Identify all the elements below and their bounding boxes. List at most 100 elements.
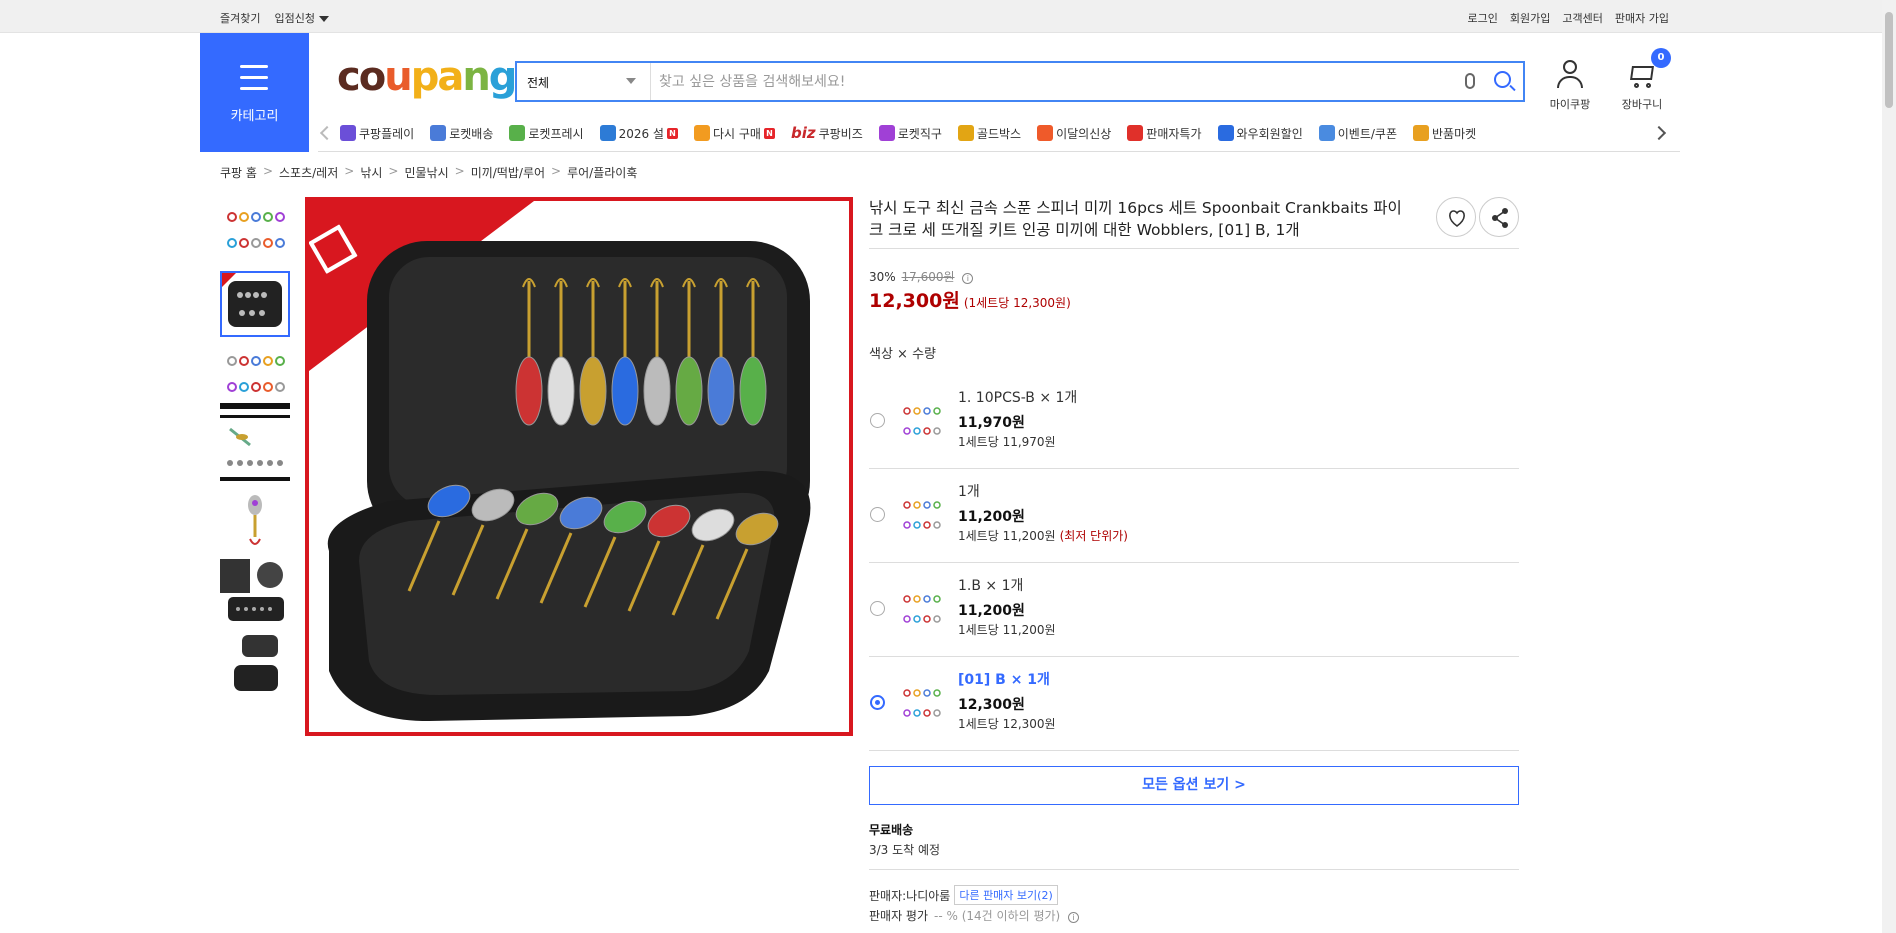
catnav-label: 이달의신상 <box>1056 126 1112 141</box>
category-label: 카테고리 <box>230 109 279 124</box>
breadcrumb-item[interactable]: 낚시 <box>360 164 382 181</box>
new-badge: N <box>763 127 775 139</box>
option-unit-price: 1세트당 11,200원 (최저 단위가) <box>958 529 1128 543</box>
seller-join-link[interactable]: 판매자 가입 <box>1615 10 1669 26</box>
mycoupang-button[interactable]: 마이쿠팡 <box>1540 56 1600 112</box>
catnav-item[interactable]: 로켓직구 <box>878 124 942 142</box>
option-radio[interactable] <box>870 507 885 522</box>
other-sellers-button[interactable]: 다른 판매자 보기(2) <box>954 885 1058 905</box>
cart-count-badge: 0 <box>1651 48 1671 68</box>
mycoupang-label: 마이쿠팡 <box>1549 98 1591 111</box>
option-price: 12,300원 <box>958 697 1025 713</box>
divider <box>869 248 1519 249</box>
partner-menu[interactable]: 입점신청 <box>274 10 329 26</box>
catnav-item[interactable]: 이벤트/쿠폰 <box>1318 124 1397 142</box>
wishlist-button[interactable] <box>1436 197 1476 237</box>
category-nav: 쿠팡플레이 로켓배송 로켓프레시 2026 설 N 다시 구매 Nbiz 쿠팡비즈 로켓직구 골드… <box>318 122 1680 152</box>
breadcrumb-item[interactable]: 민물낚시 <box>404 164 448 181</box>
catnav-item[interactable]: 판매자특가 <box>1127 124 1202 142</box>
top-utility-bar: 즐겨찾기 입점신청 로그인 회원가입 고객센터 판매자 가입 <box>0 0 1896 33</box>
all-options-button[interactable]: 모든 옵션 보기 > <box>869 766 1519 805</box>
thumbnail[interactable] <box>220 343 290 409</box>
unit-price: (1세트당 12,300원) <box>963 296 1071 310</box>
catnav-item[interactable]: 로켓배송 <box>430 124 493 142</box>
option-row[interactable]: 1.B × 1개 11,200원 1세트당 11,200원 <box>869 563 1519 657</box>
discount-row: 30% 17,600원 i <box>869 268 974 285</box>
catnav-label: 판매자특가 <box>1146 126 1202 141</box>
breadcrumb-item[interactable]: 쿠팡 홈 <box>220 164 257 181</box>
info-icon[interactable]: i <box>962 273 974 284</box>
sale-price-value: 12,300원 <box>869 290 960 312</box>
catnav-item[interactable]: 2026 설N <box>599 124 678 142</box>
catnav-item[interactable]: 와우회원할인 <box>1217 124 1303 142</box>
heart-icon <box>1449 210 1465 227</box>
share-button[interactable] <box>1479 197 1519 237</box>
support-link[interactable]: 고객센터 <box>1562 10 1602 26</box>
original-price: 17,600원 <box>901 270 955 284</box>
thumbnail[interactable] <box>220 415 290 481</box>
catnav-label: 골드박스 <box>976 126 1022 141</box>
login-link[interactable]: 로그인 <box>1468 10 1498 26</box>
option-row[interactable]: [01] B × 1개 12,300원 1세트당 12,300원 <box>869 657 1519 751</box>
seller-rating-value: -- % (14건 이하의 평가) <box>934 909 1061 923</box>
microphone-icon[interactable] <box>1465 73 1475 89</box>
option-thumbnail <box>903 689 941 717</box>
catnav-icon <box>340 125 356 141</box>
search-category-select[interactable]: 전체 <box>517 63 651 100</box>
catnav-icon <box>1318 125 1335 141</box>
coupang-logo[interactable]: coupang <box>337 54 517 100</box>
catnav-item[interactable]: 로켓프레시 <box>509 124 584 142</box>
catnav-item[interactable]: 이달의신상 <box>1037 124 1111 142</box>
breadcrumb-separator: > <box>262 164 273 178</box>
page-scrollbar[interactable] <box>1882 0 1896 933</box>
info-icon[interactable]: i <box>1068 912 1080 923</box>
catnav-item[interactable]: biz 쿠팡비즈 <box>791 124 863 142</box>
breadcrumb-separator: > <box>551 164 562 178</box>
category-menu-button[interactable]: 카테고리 <box>200 33 309 152</box>
thumbnail-selected[interactable] <box>220 271 290 337</box>
catnav-label: 로켓배송 <box>449 126 494 141</box>
main-product-image[interactable]: ☐ <box>305 197 853 736</box>
chevron-left-icon[interactable] <box>319 125 335 141</box>
option-radio[interactable] <box>870 601 885 616</box>
discount-rate: 30% <box>869 270 896 284</box>
user-icon <box>1556 60 1584 90</box>
option-unit-price: 1세트당 12,300원 <box>958 717 1056 731</box>
option-row[interactable]: 1. 10PCS-B × 1개 11,970원 1세트당 11,970원 <box>869 375 1519 469</box>
search-input[interactable] <box>659 67 1459 96</box>
catnav-label: 이벤트/쿠폰 <box>1337 126 1397 141</box>
catnav-icon <box>1127 125 1144 141</box>
chevron-down-icon <box>318 16 329 22</box>
catnav-item[interactable]: 반품마켓 <box>1413 124 1476 142</box>
signup-link[interactable]: 회원가입 <box>1510 10 1550 26</box>
thumbnail[interactable] <box>220 559 290 625</box>
option-name: [01] B × 1개 <box>958 672 1050 688</box>
product-title: 낚시 도구 최신 금속 스푼 스피너 미끼 16pcs 세트 Spoonbait… <box>869 199 1402 239</box>
chevron-down-icon <box>626 78 636 84</box>
catnav-item[interactable]: 골드박스 <box>957 124 1022 142</box>
catnav-item[interactable]: 다시 구매 N <box>693 124 775 142</box>
option-radio[interactable] <box>870 413 885 428</box>
thumbnail[interactable] <box>220 487 290 553</box>
option-name: 1. 10PCS-B × 1개 <box>958 390 1078 406</box>
breadcrumb-item[interactable]: 미끼/떡밥/루어 <box>471 164 545 181</box>
thumbnail[interactable] <box>220 631 290 697</box>
breadcrumb-item[interactable]: 스포츠/레저 <box>279 164 338 181</box>
catnav-label: 반품마켓 <box>1432 126 1477 141</box>
thumbnail-list <box>220 199 290 703</box>
option-radio[interactable] <box>870 695 885 710</box>
thumbnail[interactable] <box>220 199 290 265</box>
breadcrumb: 쿠팡 홈 > 스포츠/레저 > 낚시 > 민물낚시 > 미끼/떡밥/루어 > 루어/플라이훅 <box>220 164 637 181</box>
favorites-link[interactable]: 즐겨찾기 <box>220 10 260 26</box>
seller-rating-label: 판매자 평가 <box>869 909 929 923</box>
scrollbar-thumb[interactable] <box>1885 12 1893 108</box>
chevron-right-icon[interactable] <box>1651 125 1667 141</box>
search-icon[interactable] <box>1494 71 1511 88</box>
breadcrumb-item[interactable]: 루어/플라이훅 <box>567 164 637 181</box>
option-row[interactable]: 1개 11,200원 1세트당 11,200원 (최저 단위가) <box>869 469 1519 563</box>
catnav-icon <box>1217 125 1234 141</box>
breadcrumb-separator: > <box>388 164 399 178</box>
catnav-item[interactable]: 쿠팡플레이 <box>340 124 414 142</box>
catnav-icon <box>878 125 895 141</box>
catnav-label: 다시 구매 <box>712 126 761 141</box>
